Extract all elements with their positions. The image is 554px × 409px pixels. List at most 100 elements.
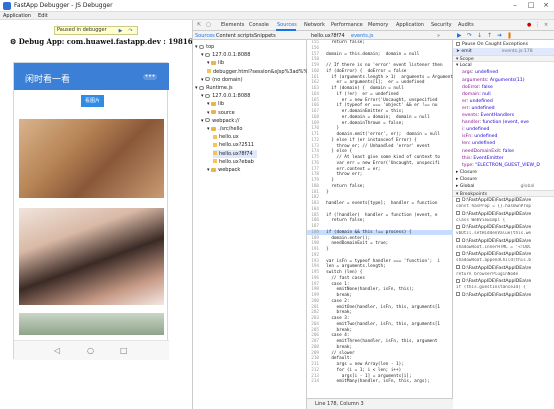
line-number[interactable]: 176: [307, 161, 321, 166]
breakpoint-checkbox[interactable]: [456, 251, 460, 256]
code-line[interactable]: 163 if (domain) { domain = null: [307, 86, 453, 91]
code-line[interactable]: 158: [307, 57, 453, 62]
nav-tab-content-scripts[interactable]: Content scripts: [216, 33, 254, 39]
code-line[interactable]: 188 if (domain && this !== process) {: [307, 229, 453, 236]
line-number[interactable]: 191: [307, 247, 321, 252]
scope-variable[interactable]: doError: false: [453, 84, 554, 91]
code-line[interactable]: 210 default:: [307, 356, 453, 361]
scope-variable[interactable]: args: undefined: [453, 69, 554, 76]
line-number[interactable]: 204: [307, 322, 321, 327]
code-line[interactable]: 183 handler = events[type]; handler = fu…: [307, 201, 453, 206]
tree-item[interactable]: hello.ux: [213, 133, 239, 141]
line-number[interactable]: 199: [307, 293, 321, 298]
code-line[interactable]: 207 emitThree(handler, isFn, this, argum…: [307, 339, 453, 344]
code-view[interactable]: 155 return false; 156 157 domain = this.do…: [307, 40, 453, 398]
code-line[interactable]: 196 // fast cases: [307, 276, 453, 281]
tree-item[interactable]: ▾ 127.0.0.1:8088: [201, 92, 250, 100]
code-line[interactable]: 214 emitMany(handler, isFn, this, args);: [307, 379, 453, 384]
line-number[interactable]: 196: [307, 276, 321, 281]
code-line[interactable]: 160 if (doError) { doError = false: [307, 69, 453, 74]
line-number[interactable]: 159: [307, 63, 321, 68]
line-number[interactable]: 208: [307, 345, 321, 350]
line-number[interactable]: 171: [307, 132, 321, 137]
code-line[interactable]: 157 domain = this.domain; domain = null: [307, 52, 453, 57]
tree-item[interactable]: hello.ux?ebab: [213, 158, 254, 166]
tree-item[interactable]: ▾ webpack://: [201, 117, 239, 125]
line-number[interactable]: 170: [307, 126, 321, 131]
more-menu-button[interactable]: •••: [143, 74, 157, 80]
line-number[interactable]: 190: [307, 241, 321, 246]
recent-apps-icon[interactable]: □: [120, 346, 128, 355]
line-number[interactable]: 175: [307, 155, 321, 160]
line-number[interactable]: 179: [307, 178, 321, 183]
tab-console[interactable]: Console: [249, 22, 269, 28]
code-line[interactable]: 195 switch (len) {: [307, 270, 453, 275]
code-line[interactable]: 172 } else if (er instanceof Error) {: [307, 138, 453, 143]
line-number[interactable]: 206: [307, 333, 321, 338]
scope-variable[interactable]: needDomainExit: false: [453, 148, 554, 155]
line-number[interactable]: 167: [307, 109, 321, 114]
code-line[interactable]: 171 domain.emit('error', er); domain = n…: [307, 132, 453, 137]
code-line[interactable]: 180 return false;: [307, 184, 453, 189]
tree-item[interactable]: ▾ lib: [207, 59, 224, 67]
pause-caught-checkbox[interactable]: [456, 41, 460, 46]
code-line[interactable]: 155 return false;: [307, 40, 453, 45]
code-line[interactable]: 184: [307, 207, 453, 212]
breakpoint-item[interactable]: D:\FastAppIDE\FastAppIDEa\re: [453, 197, 554, 204]
resume-button-icon[interactable]: ▶: [457, 32, 462, 39]
close-icon[interactable]: ×: [539, 1, 553, 10]
tree-item[interactable]: ▾ ./src/hello: [207, 125, 242, 133]
code-line[interactable]: 200 case 2:: [307, 299, 453, 304]
tree-item[interactable]: ▾ source: [207, 109, 235, 117]
breakpoint-item[interactable]: D:\FastAppIDE\FastAppIDEa\re: [453, 224, 554, 231]
tab-security[interactable]: Security: [431, 22, 452, 28]
resume-icon[interactable]: ▶: [116, 28, 125, 34]
menu-edit[interactable]: Edit: [38, 13, 48, 19]
code-line[interactable]: 162 er = arguments[1]; er = undefined: [307, 80, 453, 85]
step-over-button-icon[interactable]: ↷: [467, 32, 472, 39]
code-line[interactable]: 202 break;: [307, 310, 453, 315]
line-number[interactable]: 180: [307, 184, 321, 189]
line-number[interactable]: 174: [307, 149, 321, 154]
more-options-icon[interactable]: ⋮: [535, 22, 540, 28]
line-number[interactable]: 184: [307, 207, 321, 212]
line-number[interactable]: 212: [307, 368, 321, 373]
breakpoint-item[interactable]: D:\FastAppIDE\FastAppIDEa\re: [453, 292, 554, 299]
line-number[interactable]: 211: [307, 362, 321, 367]
code-line[interactable]: 199 break;: [307, 293, 453, 298]
line-number[interactable]: 166: [307, 103, 321, 108]
code-line[interactable]: 159 // If there is no 'error' event list…: [307, 63, 453, 68]
code-line[interactable]: 166 if (typeof er === 'object' && er !==…: [307, 103, 453, 108]
tab-application[interactable]: Application: [396, 22, 424, 28]
code-line[interactable]: 206 case 4:: [307, 333, 453, 338]
tab-memory[interactable]: Memory: [368, 22, 388, 28]
scope-group[interactable]: ▸ Global global: [453, 183, 554, 190]
editor-tab-hello-ux[interactable]: hello.ux?8f74: [311, 33, 345, 39]
line-number[interactable]: 200: [307, 299, 321, 304]
code-line[interactable]: 170 }: [307, 126, 453, 131]
code-line[interactable]: 168 er.domain = domain; domain = null: [307, 115, 453, 120]
line-number[interactable]: 172: [307, 138, 321, 143]
code-line[interactable]: 203 case 3:: [307, 316, 453, 321]
inspect-icon[interactable]: ⇱: [197, 22, 201, 28]
scope-variable[interactable]: err: undefined: [453, 105, 554, 112]
line-number[interactable]: 203: [307, 316, 321, 321]
code-line[interactable]: 175 // At least give some kind of contex…: [307, 155, 453, 160]
code-line[interactable]: 204 emitTwo(handler, isFn, this, argumen…: [307, 322, 453, 327]
scope-section-header[interactable]: ▾ Scope: [453, 55, 554, 63]
line-number[interactable]: 183: [307, 201, 321, 206]
scope-variable[interactable]: i: undefined: [453, 126, 554, 133]
editor-tab-events-js[interactable]: events.js: [351, 33, 373, 39]
line-number[interactable]: 178: [307, 172, 321, 177]
line-number[interactable]: 156: [307, 46, 321, 51]
line-number[interactable]: 162: [307, 80, 321, 85]
nav-tab-sources[interactable]: Sources: [195, 33, 215, 39]
photo-3[interactable]: [19, 313, 164, 335]
line-number[interactable]: 195: [307, 270, 321, 275]
code-line[interactable]: 208 break;: [307, 345, 453, 350]
code-line[interactable]: 212 for (i = 1; i < len; i++): [307, 368, 453, 373]
tree-item[interactable]: hello.ux?2511: [213, 141, 254, 149]
line-number[interactable]: 194: [307, 264, 321, 269]
error-badge-icon[interactable]: ●: [527, 22, 531, 28]
scope-variable[interactable]: isFn: undefined: [453, 133, 554, 140]
